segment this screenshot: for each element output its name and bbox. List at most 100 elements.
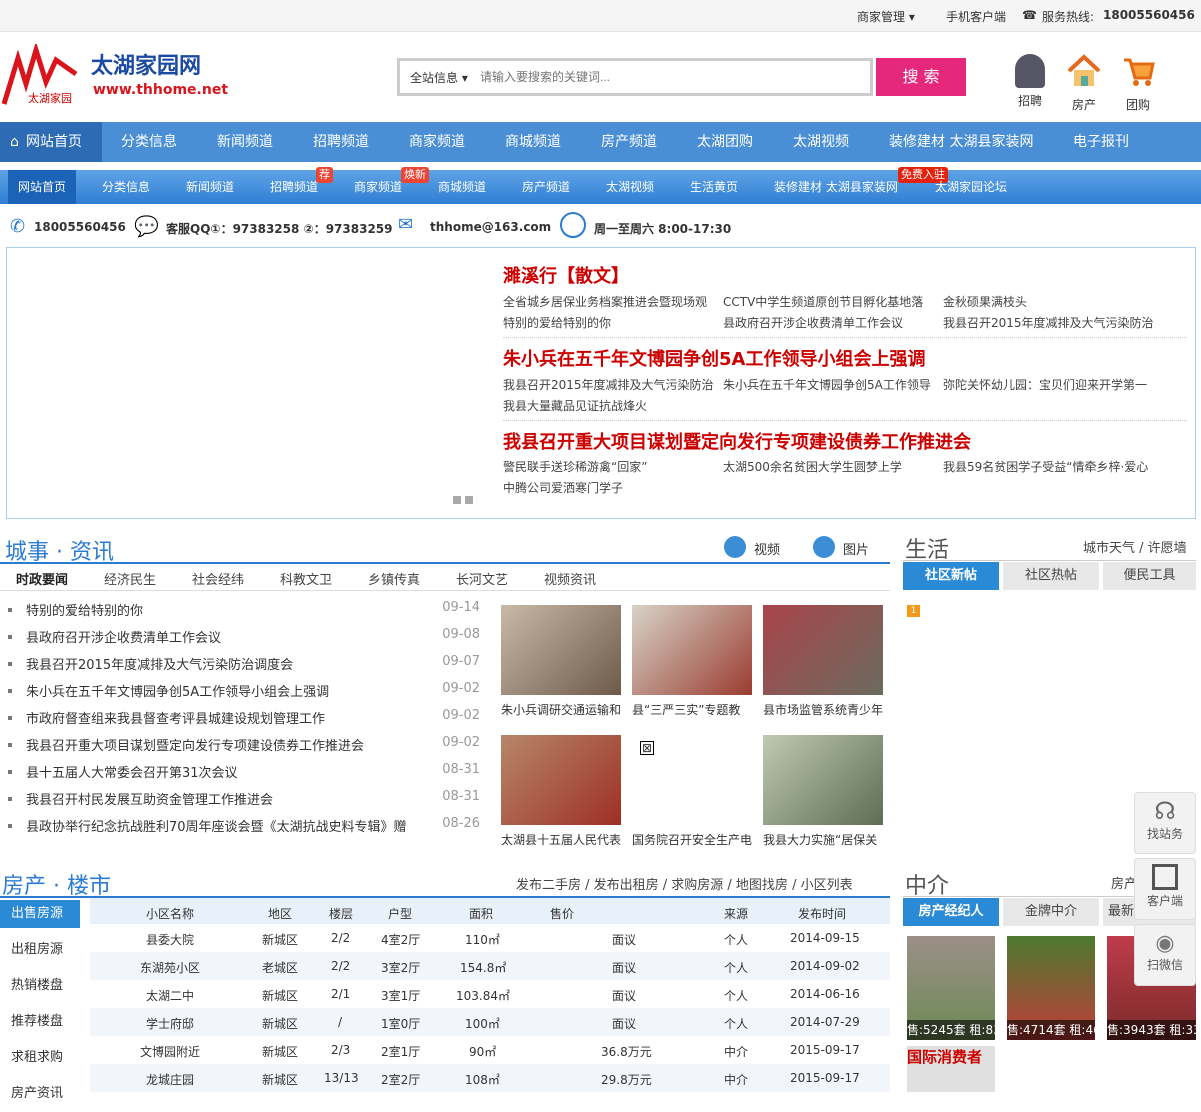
headline-link[interactable]: CCTV中学生频道原创节目孵化基地落 — [723, 293, 923, 310]
nav2-video[interactable]: 太湖视频 — [606, 170, 654, 204]
side-tab-rent[interactable]: 出租房源 — [0, 932, 80, 968]
photo-card[interactable]: 太湖县十五届人民代表 — [501, 735, 621, 848]
table-row[interactable]: 东湖苑小区 老城区 2/2 3室2厅 154.8㎡ 面议 个人 2014-09-02 — [90, 952, 890, 980]
quick-group-buy[interactable]: 团购 — [1120, 54, 1156, 113]
nav2-home[interactable]: 网站首页 — [8, 170, 77, 204]
side-tab-wanted[interactable]: 求租求购 — [0, 1040, 80, 1076]
nav1-mall[interactable]: 商城频道 — [505, 122, 561, 162]
list-item[interactable]: 特别的爱给特别的你 09-14 — [0, 600, 480, 627]
headline-1[interactable]: 濉溪行【散文】 — [503, 262, 629, 288]
headline-link[interactable]: 我县大量藏品见证抗战烽火 — [503, 397, 647, 414]
nav1-jobs[interactable]: 招聘频道 — [313, 122, 369, 162]
tab-community-hot[interactable]: 社区热帖 — [1003, 562, 1099, 590]
headline-link[interactable]: 弥陀关怀幼儿园：宝贝们迎来开学第一 — [943, 376, 1147, 393]
table-row[interactable]: 学士府邸 新城区/1室0厅 100㎡ 面议 个人 2014-07-29 — [90, 1008, 890, 1036]
headline-link[interactable]: 警民联手送珍稀游禽“回家” — [503, 458, 647, 475]
list-item[interactable]: 县政协举行纪念抗战胜利70周年座谈会暨《太湖抗战史料专辑》赠 08-26 — [0, 816, 480, 843]
logo-mark[interactable]: 太湖家园 — [0, 41, 80, 110]
nav2-yellowpages[interactable]: 生活黄页 — [690, 170, 738, 204]
table-row[interactable]: 龙城庄园 新城区 13/13 2室2厅 108㎡ 29.8万元 中介 2015-09-17 — [90, 1064, 890, 1092]
float-client[interactable]: 客户端 — [1134, 858, 1196, 920]
headline-link[interactable]: 我县召开2015年度减排及大气污染防治 — [943, 314, 1154, 331]
list-item[interactable]: 我县召开重大项目谋划暨定向发行专项建设债券工作推进会 09-02 — [0, 735, 480, 762]
headline-link[interactable]: 特别的爱给特别的你 — [503, 314, 611, 331]
mobile-client-link[interactable]: 手机客户端 — [946, 8, 1006, 25]
table-row[interactable]: 文博园附近 新城区 2/3 2室1厅 90㎡ 36.8万元 中介 2015-09-17 — [90, 1036, 890, 1064]
nav1-decoration[interactable]: 装修建材 太湖县家装网 — [889, 122, 1033, 162]
list-item[interactable]: 县政府召开涉企收费清单工作会议 09-08 — [0, 627, 480, 654]
video-link[interactable]: 视频 — [754, 539, 780, 558]
table-row[interactable]: 县委大院 新城区 2/2 4室2厅 110㎡ 面议 个人 2014-09-15 — [90, 924, 890, 952]
headline-3[interactable]: 我县召开重大项目谋划暨定向发行专项建设债券工作推进会 — [503, 428, 971, 454]
agent-card[interactable]: 售:5245套 租:83 — [907, 936, 995, 1040]
float-support[interactable]: ☊ 找站务 — [1134, 792, 1196, 854]
merchant-menu[interactable]: 商家管理 ▾ — [857, 8, 915, 25]
tab-tools[interactable]: 便民工具 — [1103, 562, 1196, 590]
logo-name[interactable]: 太湖家园网 — [91, 48, 201, 80]
photo-card[interactable]: 县市场监管系统青少年 — [763, 605, 883, 718]
headline-link[interactable]: 我县召开2015年度减排及大气污染防治 — [503, 376, 714, 393]
tab-literature[interactable]: 长河文艺 — [456, 569, 508, 588]
photo-card[interactable]: ⊠ 国务院召开安全生产电 — [632, 735, 752, 848]
life-links[interactable]: 城市天气 / 许愿墙 — [1083, 537, 1187, 556]
nav2-classified[interactable]: 分类信息 — [102, 170, 150, 204]
headline-link[interactable]: 中腾公司爱洒寒门学子 — [503, 479, 623, 496]
list-item[interactable]: 朱小兵在五千年文博园争创5A工作领导小组会上强调 09-02 — [0, 681, 480, 708]
nav2-forum[interactable]: 太湖家园论坛 — [935, 170, 1007, 204]
slide-dot-2[interactable] — [465, 496, 473, 504]
nav2-mall[interactable]: 商城频道 — [438, 170, 486, 204]
side-tab-news[interactable]: 房产资讯 — [0, 1076, 80, 1112]
search-button[interactable]: 搜 索 — [876, 58, 966, 96]
list-item[interactable]: 我县召开村民发展互助资金管理工作推进会 08-31 — [0, 789, 480, 816]
list-item[interactable]: 县十五届人大常委会召开第31次会议 08-31 — [0, 762, 480, 789]
nav1-news[interactable]: 新闻频道 — [217, 122, 273, 162]
nav1-classified[interactable]: 分类信息 — [121, 122, 177, 162]
nav1-property[interactable]: 房产频道 — [601, 122, 657, 162]
tab-community-new[interactable]: 社区新帖 — [903, 562, 999, 590]
contact-email[interactable]: thhome@163.com — [430, 220, 551, 234]
quick-recruit[interactable]: 招聘 — [1012, 54, 1048, 109]
photo-card[interactable]: 我县大力实施“居保关 — [763, 735, 883, 848]
headline-link[interactable]: 我县59名贫困学子受益“情牵乡梓·爱心 — [943, 458, 1148, 475]
nav2-property[interactable]: 房产频道 — [522, 170, 570, 204]
table-row[interactable]: 太湖二中 新城区 2/1 3室1厅 103.84㎡ 面议 个人 2014-06-16 — [90, 980, 890, 1008]
headline-link[interactable]: 县政府召开涉企收费清单工作会议 — [723, 314, 903, 331]
search-input[interactable] — [480, 65, 860, 89]
headline-link[interactable]: 太湖500余名贫困大学生圆梦上学 — [723, 458, 902, 475]
quick-house[interactable]: 房产 — [1066, 54, 1102, 113]
nav2-jobs[interactable]: 招聘频道 — [270, 170, 318, 204]
tab-gold-agency[interactable]: 金牌中介 — [1003, 898, 1099, 926]
agent-banner[interactable]: 国际消费者 — [907, 1046, 995, 1092]
headline-2[interactable]: 朱小兵在五千年文博园争创5A工作领导小组会上强调 — [503, 345, 925, 371]
nav1-merchants[interactable]: 商家频道 — [409, 122, 465, 162]
headline-link[interactable]: 全省城乡居保业务档案推进会暨现场观 — [503, 293, 707, 310]
tab-economy[interactable]: 经济民生 — [104, 569, 156, 588]
agent-card[interactable]: 售:4714套 租:46 — [1007, 936, 1095, 1040]
headline-link[interactable]: 金秋硕果满枝头 — [943, 293, 1027, 310]
nav1-epaper[interactable]: 电子报刊 — [1073, 122, 1129, 162]
float-wechat[interactable]: ◉ 扫微信 — [1134, 924, 1196, 986]
list-item[interactable]: 市政府督查组来我县督查考评县城建设规划管理工作 09-02 — [0, 708, 480, 735]
tab-politics[interactable]: 时政要闻 — [16, 569, 68, 588]
photo-card[interactable]: 县“三严三实”专题教 — [632, 605, 752, 718]
side-tab-sale[interactable]: 出售房源 — [0, 900, 80, 928]
slide-dot-1[interactable] — [453, 496, 461, 504]
side-tab-recommended[interactable]: 推荐楼盘 — [0, 1004, 80, 1040]
nav2-decoration[interactable]: 装修建材 太湖县家装网 — [774, 170, 898, 204]
tab-science[interactable]: 科教文卫 — [280, 569, 332, 588]
tab-society[interactable]: 社会经纬 — [192, 569, 244, 588]
nav2-merchants[interactable]: 商家频道 — [354, 170, 402, 204]
nav1-groupbuy[interactable]: 太湖团购 — [697, 122, 753, 162]
photo-card[interactable]: 朱小兵调研交通运输和 — [501, 605, 621, 718]
side-tab-hot[interactable]: 热销楼盘 — [0, 968, 80, 1004]
tab-video-news[interactable]: 视频资讯 — [544, 569, 596, 588]
nav1-home[interactable]: ⌂ 网站首页 — [0, 122, 102, 162]
nav1-video[interactable]: 太湖视频 — [793, 122, 849, 162]
pictures-link[interactable]: 图片 — [843, 539, 869, 558]
search-scope[interactable]: 全站信息 ▾ — [410, 69, 468, 86]
nav2-news[interactable]: 新闻频道 — [186, 170, 234, 204]
tab-towns[interactable]: 乡镇传真 — [368, 569, 420, 588]
list-item[interactable]: 我县召开2015年度减排及大气污染防治调度会 09-07 — [0, 654, 480, 681]
house-links[interactable]: 发布二手房 / 发布出租房 / 求购房源 / 地图找房 / 小区列表 — [516, 874, 853, 893]
headline-link[interactable]: 朱小兵在五千年文博园争创5A工作领导 — [723, 376, 931, 393]
